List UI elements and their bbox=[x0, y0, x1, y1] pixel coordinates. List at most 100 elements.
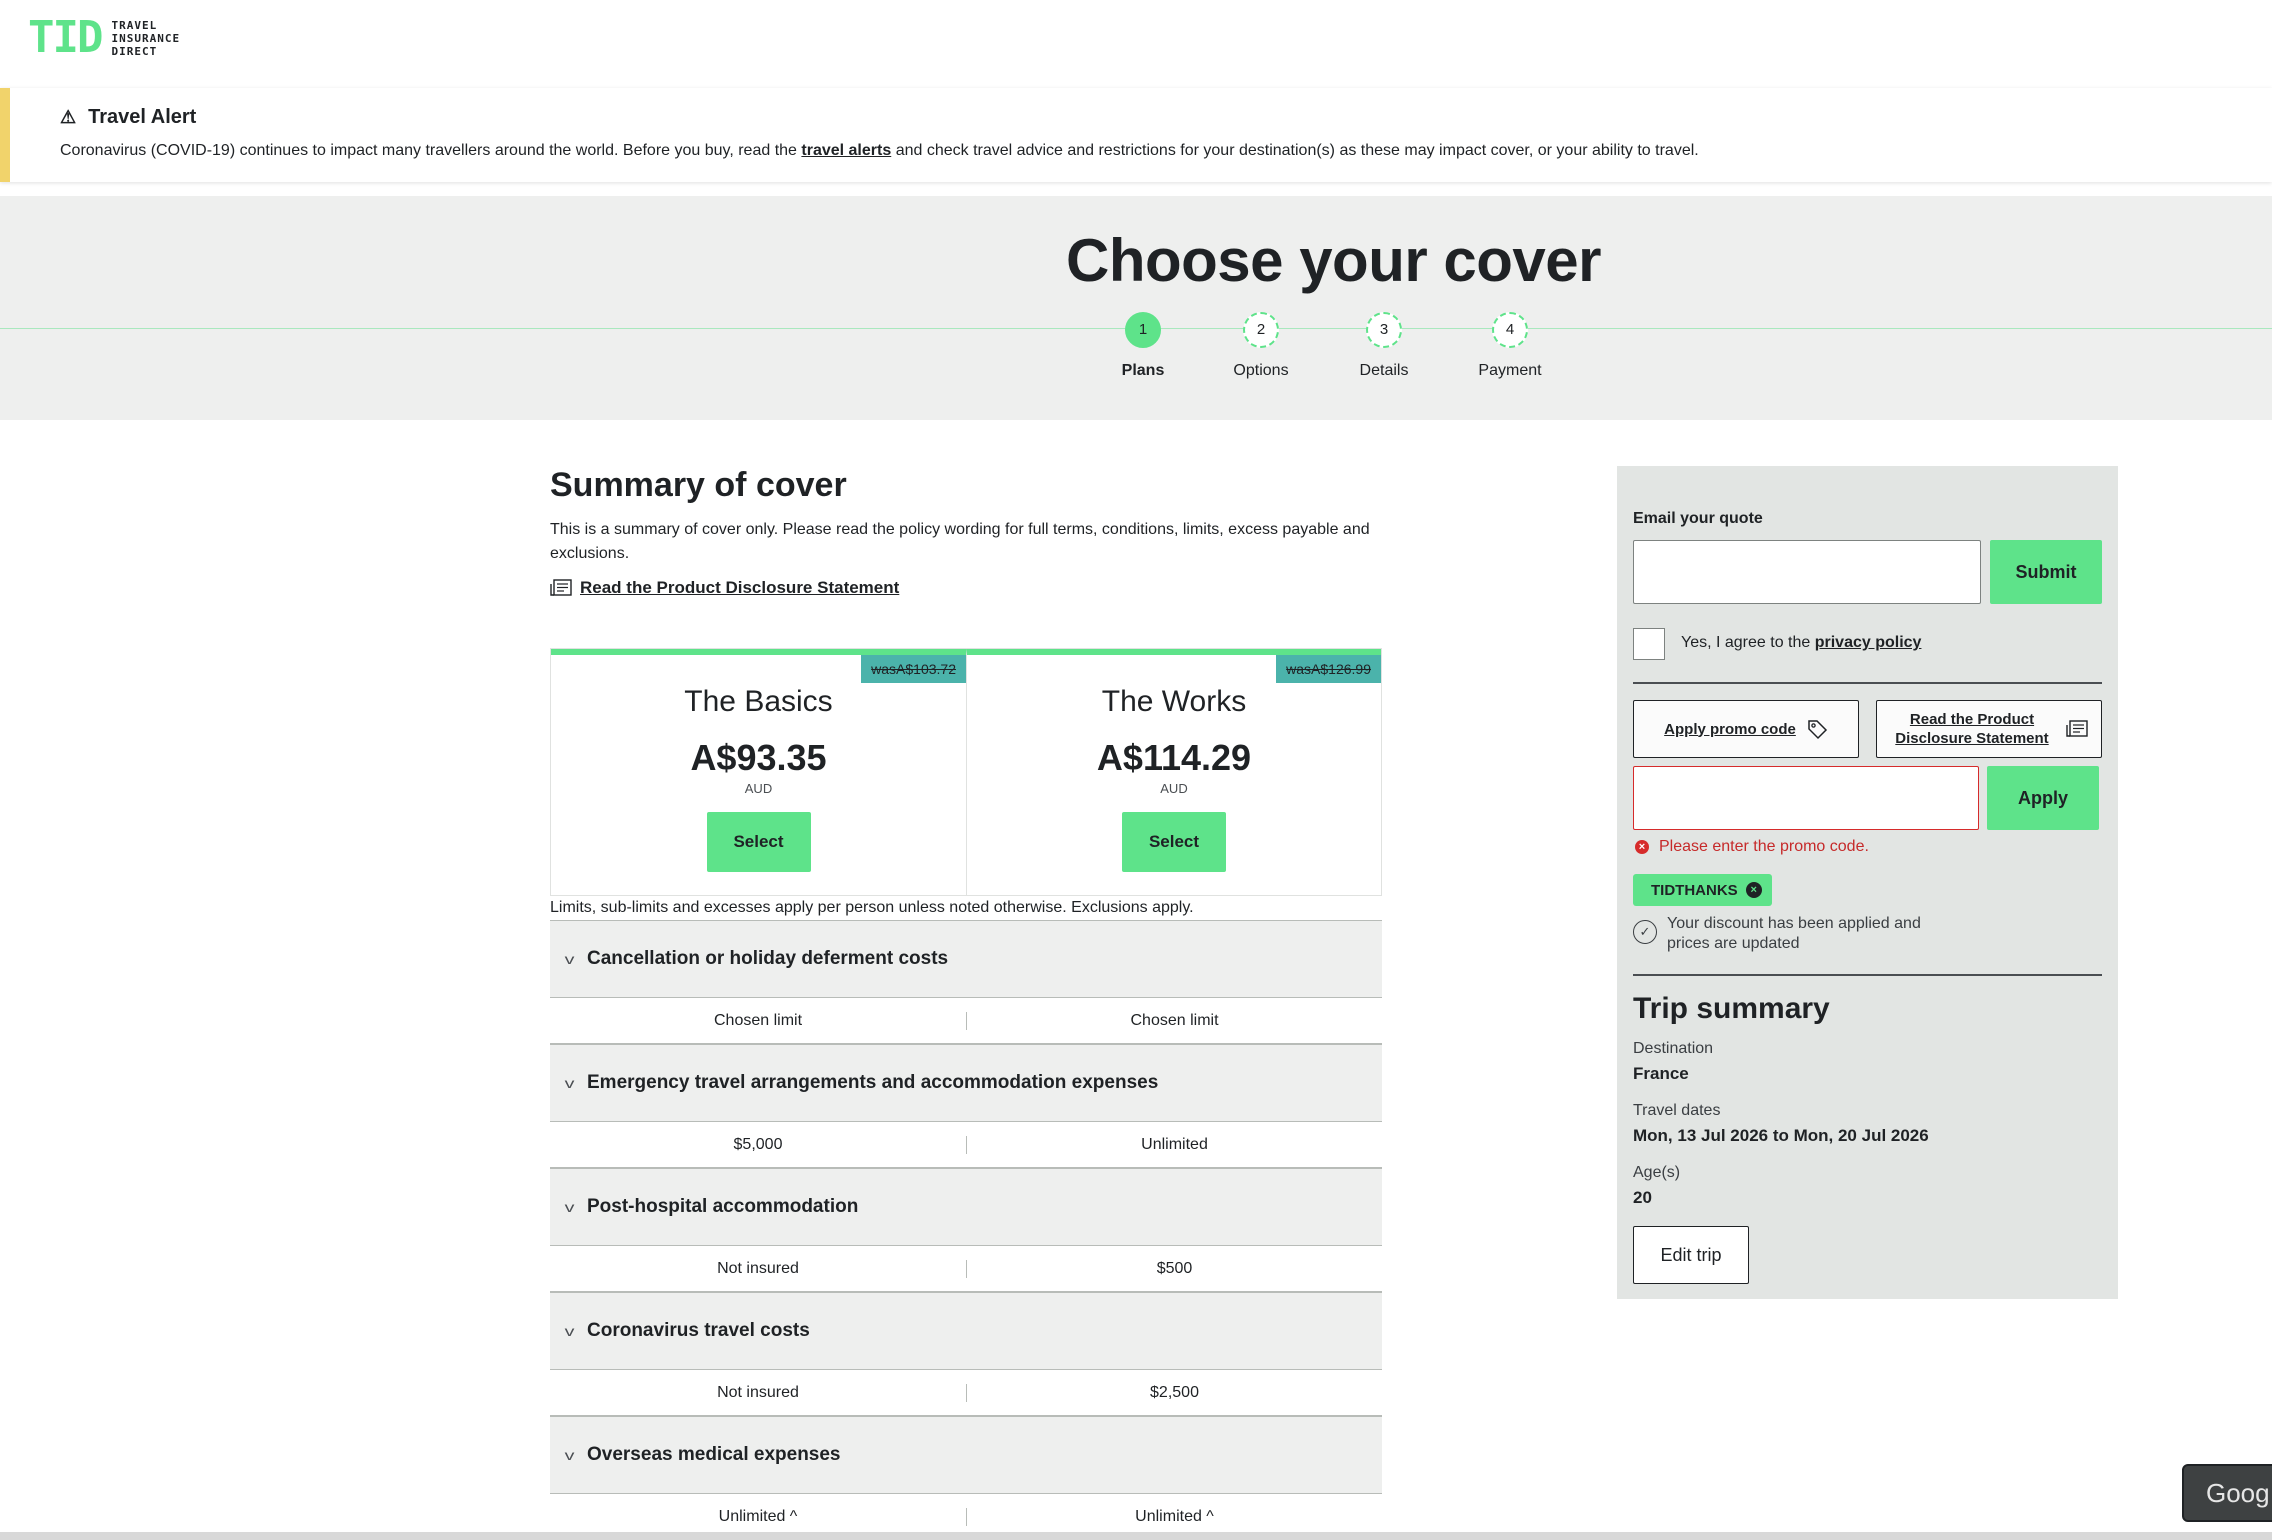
logo-line: TRAVEL bbox=[111, 18, 158, 32]
works-value: $2,500 bbox=[966, 1383, 1382, 1402]
travel-alerts-link[interactable]: travel alerts bbox=[801, 142, 891, 159]
document-icon bbox=[2066, 720, 2088, 737]
coverage-accordion-header[interactable]: v Post-hospital accommodation bbox=[550, 1168, 1382, 1246]
alert-message: Coronavirus (COVID-19) continues to impa… bbox=[60, 142, 1699, 160]
step-label: Plans bbox=[1121, 362, 1165, 379]
basics-value: Unlimited ^ bbox=[718, 1508, 798, 1525]
chevron-down-icon: v bbox=[564, 951, 575, 967]
basics-value: Chosen limit bbox=[713, 1011, 803, 1029]
remove-promo-icon[interactable]: × bbox=[1745, 882, 1762, 898]
bottom-edge bbox=[0, 1532, 2272, 1540]
travel-dates-value: Mon, 13 Jul 2026 to Mon, 20 Jul 2026 bbox=[1633, 1126, 1929, 1145]
chevron-down-icon: v bbox=[564, 1447, 575, 1463]
apply-button[interactable]: Apply bbox=[1987, 766, 2099, 830]
coverage-section: v Coronavirus travel costs Not insured $… bbox=[550, 1292, 1382, 1416]
ages-value: 20 bbox=[1633, 1188, 1652, 1207]
step-plans[interactable]: 1 Plans bbox=[1083, 312, 1203, 380]
step-label: Options bbox=[1233, 362, 1289, 379]
coverage-section: v Overseas medical expenses Unlimited ^ … bbox=[550, 1416, 1382, 1540]
step-number: 4 bbox=[1492, 312, 1528, 348]
step-options[interactable]: 2 Options bbox=[1201, 312, 1321, 380]
step-payment[interactable]: 4 Payment bbox=[1450, 312, 1570, 380]
plan-currency: AUD bbox=[744, 781, 773, 796]
coverage-row: Chosen limit Chosen limit bbox=[550, 998, 1382, 1044]
coverage-title: Emergency travel arrangements and accomm… bbox=[587, 1072, 1159, 1093]
step-details[interactable]: 3 Details bbox=[1324, 312, 1444, 380]
select-basics-button[interactable]: Select bbox=[706, 812, 811, 872]
brand-logo[interactable]: TID TRAVEL INSURANCE DIRECT bbox=[28, 12, 180, 63]
document-icon bbox=[550, 579, 572, 596]
alert-title: Travel Alert bbox=[88, 106, 197, 128]
travel-alert-banner: ⚠ Travel Alert Coronavirus (COVID-19) co… bbox=[0, 88, 2272, 182]
coverage-title: Cancellation or holiday deferment costs bbox=[587, 948, 949, 969]
coverage-title: Post-hospital accommodation bbox=[587, 1196, 859, 1217]
coverage-row: $5,000 Unlimited bbox=[550, 1122, 1382, 1168]
works-value: $500 bbox=[966, 1259, 1382, 1278]
coverage-accordion-header[interactable]: v Overseas medical expenses bbox=[550, 1416, 1382, 1494]
travel-dates-label: Travel dates bbox=[1633, 1102, 1721, 1119]
logo-wordmark: TRAVEL INSURANCE DIRECT bbox=[111, 19, 180, 58]
alert-heading: ⚠ Travel Alert bbox=[60, 106, 196, 129]
alert-text: and check travel advice and restrictions… bbox=[895, 142, 1699, 159]
warning-icon: ⚠ bbox=[60, 107, 77, 127]
coverage-accordion-header[interactable]: v Cancellation or holiday deferment cost… bbox=[550, 920, 1382, 998]
pds-button-label: Read the Product Disclosure Statement bbox=[1895, 711, 2049, 747]
coverage-accordion-header[interactable]: v Emergency travel arrangements and acco… bbox=[550, 1044, 1382, 1122]
plan-card-works: wasA$126.99 The Works A$114.29 AUD Selec… bbox=[966, 649, 1381, 895]
works-value: Unlimited ^ bbox=[966, 1508, 1382, 1526]
coverage-section: v Emergency travel arrangements and acco… bbox=[550, 1044, 1382, 1168]
select-works-button[interactable]: Select bbox=[1122, 812, 1226, 872]
trip-summary-title: Trip summary bbox=[1633, 992, 1830, 1025]
privacy-checkbox[interactable] bbox=[1633, 628, 1665, 660]
summary-intro: This is a summary of cover only. Please … bbox=[550, 521, 1370, 562]
tag-icon bbox=[1808, 720, 1827, 740]
summary-title: Summary of cover bbox=[550, 466, 847, 504]
error-icon: × bbox=[1635, 840, 1649, 854]
email-quote-label: Email your quote bbox=[1633, 510, 1763, 527]
plan-currency: AUD bbox=[1160, 781, 1188, 796]
chevron-down-icon: v bbox=[564, 1199, 575, 1215]
coverage-title: Coronavirus travel costs bbox=[587, 1320, 810, 1341]
was-price-badge: wasA$126.99 bbox=[1276, 655, 1381, 683]
page-title: Choose your cover bbox=[1066, 227, 1602, 294]
step-number: 1 bbox=[1125, 312, 1161, 348]
basics-value: Not insured bbox=[717, 1259, 799, 1277]
divider bbox=[1633, 974, 2102, 976]
logo-mark: TID bbox=[28, 12, 103, 63]
destination-value: France bbox=[1633, 1064, 1689, 1083]
quote-sidebar: Email your quote Submit Yes, I agree to … bbox=[1617, 466, 2118, 1299]
privacy-agreement: Yes, I agree to the privacy policy bbox=[1681, 634, 1921, 652]
pds-link[interactable]: Read the Product Disclosure Statement bbox=[550, 578, 899, 598]
promo-code-input[interactable] bbox=[1633, 766, 1979, 830]
plan-price: A$93.35 bbox=[690, 737, 827, 778]
email-field[interactable] bbox=[1633, 540, 1981, 604]
discount-text: Your discount has been applied and price… bbox=[1667, 915, 1921, 952]
privacy-policy-link[interactable]: privacy policy bbox=[1815, 634, 1922, 651]
step-number: 2 bbox=[1243, 312, 1279, 348]
agree-text: Yes, I agree to the bbox=[1681, 634, 1811, 651]
check-circle-icon: ✓ bbox=[1633, 920, 1657, 944]
promo-button-label: Apply promo code bbox=[1664, 720, 1796, 738]
apply-promo-code-button[interactable]: Apply promo code bbox=[1633, 700, 1859, 758]
basics-value: Not insured bbox=[717, 1383, 799, 1401]
promo-chip-label: TIDTHANKS bbox=[1651, 881, 1738, 899]
submit-button[interactable]: Submit bbox=[1990, 540, 2102, 604]
step-number: 3 bbox=[1366, 312, 1402, 348]
coverage-row: Not insured $500 bbox=[550, 1246, 1382, 1292]
read-pds-button[interactable]: Read the Product Disclosure Statement bbox=[1876, 700, 2102, 758]
edit-trip-button[interactable]: Edit trip bbox=[1633, 1226, 1749, 1284]
pds-link-label: Read the Product Disclosure Statement bbox=[580, 578, 900, 597]
step-label: Payment bbox=[1478, 362, 1542, 379]
progress-hero: Choose your cover 1 Plans 2 Options 3 De… bbox=[0, 196, 2272, 420]
google-widget-button[interactable]: Goog bbox=[2182, 1464, 2272, 1522]
step-label: Details bbox=[1359, 362, 1409, 379]
logo-line: INSURANCE bbox=[111, 31, 181, 45]
discount-message: ✓ Your discount has been applied and pri… bbox=[1633, 914, 1957, 954]
plan-name: The Works bbox=[1101, 685, 1247, 718]
alert-text: Coronavirus (COVID-19) continues to impa… bbox=[60, 142, 797, 159]
coverage-accordion-header[interactable]: v Coronavirus travel costs bbox=[550, 1292, 1382, 1370]
works-value: Unlimited bbox=[966, 1135, 1382, 1154]
divider bbox=[1633, 682, 2102, 684]
coverage-title: Overseas medical expenses bbox=[587, 1444, 841, 1465]
destination-label: Destination bbox=[1633, 1040, 1714, 1057]
